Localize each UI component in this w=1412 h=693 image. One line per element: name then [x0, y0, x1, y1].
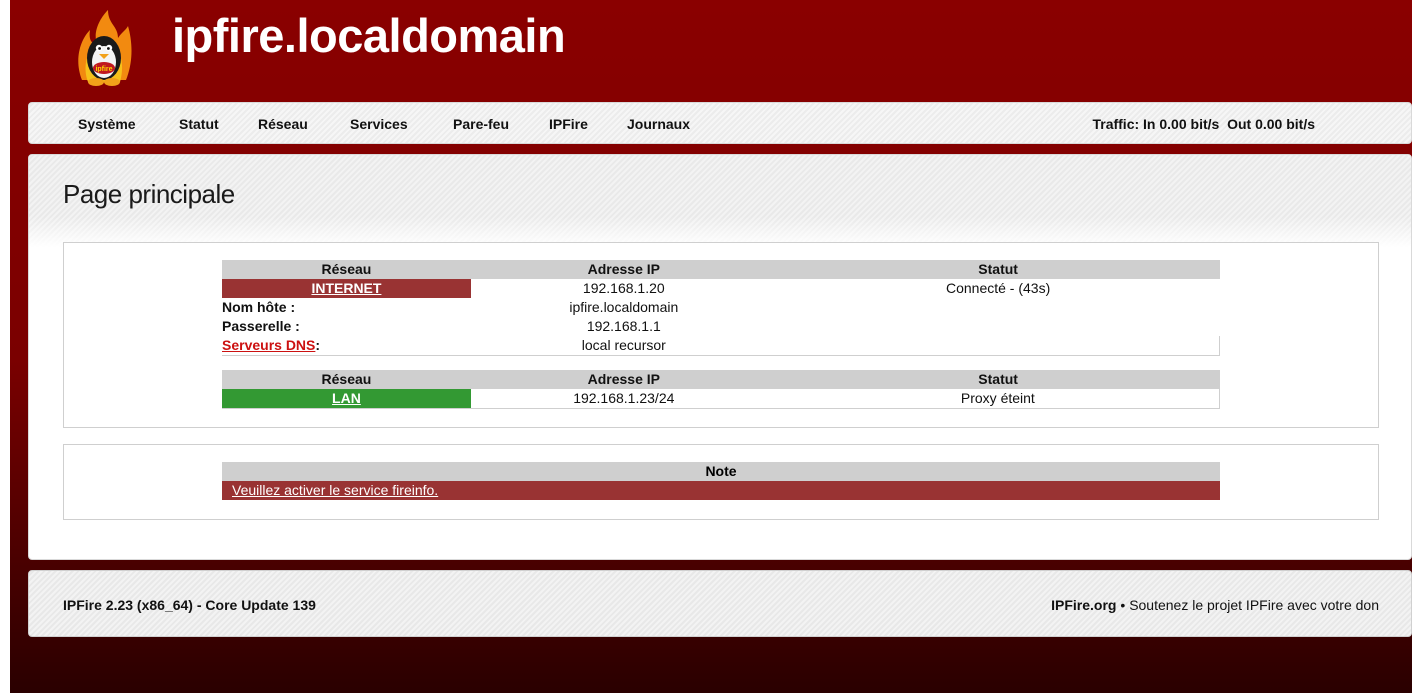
page-title: Page principale [63, 179, 235, 209]
dns-value: local recursor [470, 336, 777, 356]
gateway-value: 192.168.1.1 [586, 318, 661, 334]
site-title[interactable]: ipfire.localdomain [172, 8, 566, 63]
gateway-label: Passerelle : [222, 318, 300, 334]
footer: IPFire 2.23 (x86_64) - Core Update 139 I… [28, 570, 1412, 637]
lan-interface-link[interactable]: LAN [332, 390, 361, 406]
dns-empty [776, 336, 1220, 356]
dns-servers-link[interactable]: Serveurs DNS [222, 337, 315, 353]
nav-item-services[interactable]: Services [350, 116, 408, 132]
hostname-label: Nom hôte : [222, 299, 296, 315]
main-panel-header-band [29, 155, 1411, 247]
nav-item-reseau[interactable]: Réseau [258, 116, 308, 132]
lan-column-header-statut: Statut [776, 370, 1220, 389]
left-margin-strip [0, 0, 10, 693]
page-frame: ipfire ipfire.localdomain Système Statut… [0, 0, 1412, 693]
internet-interface-link[interactable]: INTERNET [311, 280, 381, 296]
donate-link[interactable]: Soutenez le projet IPFire avec votre don [1129, 597, 1379, 613]
nav-item-statut[interactable]: Statut [179, 116, 219, 132]
nav-item-journaux[interactable]: Journaux [627, 116, 690, 132]
traffic-out: Out 0.00 bit/s [1227, 116, 1315, 132]
internet-ip: 192.168.1.20 [582, 280, 665, 296]
nav-item-systeme[interactable]: Système [78, 116, 136, 132]
note-table: Note Veuillez activer le service fireinf… [222, 462, 1220, 500]
internet-status: Connecté - (43s) [945, 280, 1051, 296]
network-status-box: Réseau Adresse IP Statut INTERNET 192.16… [63, 242, 1379, 428]
nav-item-ipfire[interactable]: IPFire [549, 116, 588, 132]
fireinfo-activation-link[interactable]: Veuillez activer le service fireinfo. [232, 482, 438, 498]
nav-item-pare-feu[interactable]: Pare-feu [453, 116, 509, 132]
column-header-statut: Statut [776, 260, 1220, 279]
note-header: Note [222, 462, 1220, 481]
hostname-value: ipfire.localdomain [569, 299, 679, 315]
footer-links: IPFire.org • Soutenez le projet IPFire a… [1051, 597, 1379, 613]
lan-interface-cell: LAN [222, 389, 471, 409]
main-content-panel: Page principale Réseau Adresse IP Statut… [28, 154, 1412, 560]
traffic-indicator: Traffic: In 0.00 bit/s Out 0.00 bit/s [1092, 116, 1315, 132]
traffic-label: Traffic: [1092, 116, 1140, 132]
column-header-adresse-ip: Adresse IP [470, 260, 777, 279]
header: ipfire ipfire.localdomain [10, 0, 1412, 100]
lan-column-header-reseau: Réseau [222, 370, 471, 389]
lan-table: Réseau Adresse IP Statut LAN 192.168.1.2… [222, 370, 1220, 409]
hostname-empty [777, 298, 1220, 317]
dns-colon: : [315, 337, 321, 353]
internet-interface-cell: INTERNET [222, 279, 471, 298]
note-message-cell: Veuillez activer le service fireinfo. [222, 481, 1220, 500]
dns-label-cell: Serveurs DNS: [222, 336, 471, 356]
traffic-in: In 0.00 bit/s [1143, 116, 1220, 132]
footer-separator: • [1120, 597, 1126, 613]
main-nav: Système Statut Réseau Services Pare-feu … [28, 102, 1412, 144]
lan-column-header-adresse-ip: Adresse IP [470, 370, 777, 389]
gateway-empty [777, 317, 1220, 336]
version-info: IPFire 2.23 (x86_64) - Core Update 139 [63, 597, 316, 613]
ipfire-org-link[interactable]: IPFire.org [1051, 597, 1116, 613]
svg-text:ipfire: ipfire [95, 66, 112, 73]
ipfire-logo-icon[interactable]: ipfire [72, 10, 136, 92]
lan-ip: 192.168.1.23/24 [470, 389, 777, 409]
internet-table: Réseau Adresse IP Statut INTERNET 192.16… [222, 260, 1220, 356]
note-box: Note Veuillez activer le service fireinf… [63, 444, 1379, 520]
lan-status: Proxy éteint [776, 389, 1220, 409]
column-header-reseau: Réseau [222, 260, 471, 279]
